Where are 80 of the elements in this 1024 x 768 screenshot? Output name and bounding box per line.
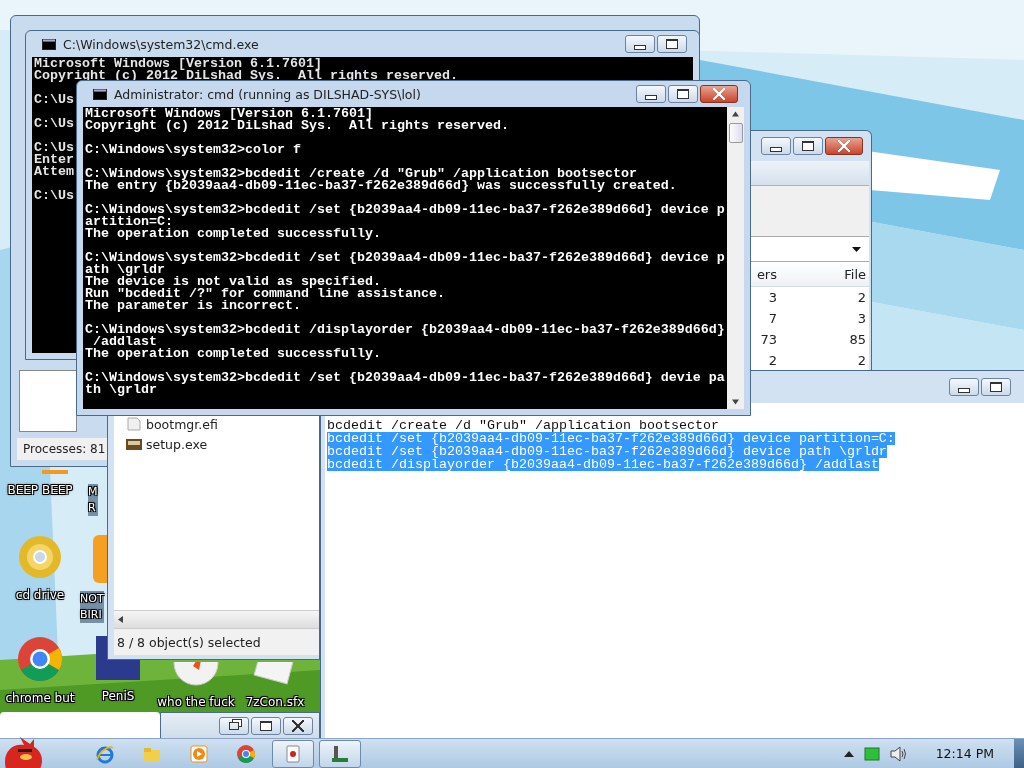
- table-cell-text: 73: [759, 332, 778, 347]
- console-line: The parameter is incorrect.: [85, 300, 301, 312]
- close-button[interactable]: [283, 717, 313, 735]
- console-line: C:\Windows\system32>bcdedit /set {b2039aa4-db09-11ec-ba37-f262e389d66d} devie pa: [85, 372, 725, 384]
- table-cell-text: 3: [767, 290, 778, 305]
- console-line: C:\Us: [34, 94, 74, 106]
- console-line: C:\Windows\system32>bcdedit /set {b2039aa4-db09-11ec-ba37-f262e389d66d} device p: [85, 204, 725, 216]
- table-cell-text: 2: [856, 353, 867, 368]
- restore-button[interactable]: [219, 717, 249, 735]
- minimize-button[interactable]: [636, 85, 666, 103]
- icon-label[interactable]: 7zCon.sfx: [245, 694, 305, 710]
- console-line: The device is not valid as specified.: [85, 276, 381, 288]
- compass-icon[interactable]: [173, 662, 219, 686]
- icon-label[interactable]: chrome but: [5, 690, 75, 706]
- card-icon: [283, 743, 303, 764]
- console-line: /addlast: [93, 336, 157, 348]
- tray-arrow-icon[interactable]: [843, 750, 854, 757]
- console-icon: [42, 38, 56, 50]
- window-title: C:\Windows\system32\cmd.exe: [63, 36, 259, 52]
- chrome-icon[interactable]: [17, 636, 63, 682]
- installer-icon: [126, 437, 142, 451]
- caret-icon: [852, 246, 861, 252]
- scrollbar[interactable]: [727, 107, 744, 409]
- table-cell-text: 2: [856, 290, 867, 305]
- file-item[interactable]: setup.exe: [126, 434, 319, 454]
- console-line: ath \grldr: [85, 264, 165, 276]
- maximize-button[interactable]: [793, 137, 823, 155]
- console-line: Attem: [34, 166, 74, 178]
- close-button[interactable]: [825, 137, 863, 155]
- console-line: C:\Us: [34, 118, 74, 130]
- console-line: C:\Windows\system32>bcdedit /displayorder {b2039aa4-db09-11ec-ba37-f262e389d66d}: [85, 324, 725, 336]
- icon-label[interactable]: who the fuck: [157, 694, 235, 710]
- console-line: C:\Us: [34, 190, 74, 202]
- icon-label[interactable]: PeniS: [101, 688, 135, 704]
- media-player-icon: [189, 743, 209, 764]
- scrollbar[interactable]: [114, 610, 319, 628]
- table-cell-text: 7: [767, 311, 778, 326]
- speaker-icon[interactable]: [889, 745, 908, 762]
- console-line: C:\Windows\system32>bcdedit /create /d "Grub" /application bootsector: [85, 168, 637, 180]
- minimize-button[interactable]: [761, 137, 791, 155]
- table-cell-text: 3: [856, 311, 867, 326]
- console-line: artition=C:: [85, 216, 173, 228]
- console-line: C:\Windows\system32>bcdedit /set {b2039aa4-db09-11ec-ba37-f262e389d66d} device p: [85, 252, 725, 264]
- column-header[interactable]: ers: [751, 266, 781, 282]
- console-line: Copyright (c) 2012 DiLshad Sys. All rights reserved.: [85, 120, 509, 132]
- scroll-left-icon[interactable]: [118, 616, 123, 623]
- maximize-button[interactable]: [981, 378, 1011, 396]
- console-line: Enter: [34, 154, 74, 166]
- maximize-button[interactable]: [251, 717, 281, 735]
- status-text: 8 / 8 object(s) selected: [114, 628, 319, 655]
- file-item[interactable]: bootmgr.efi: [126, 414, 319, 434]
- close-button[interactable]: [700, 85, 738, 103]
- column-header[interactable]: File: [781, 266, 868, 282]
- tool-icon: [330, 743, 350, 764]
- console-line: C:\Windows\system32>color f: [85, 144, 301, 156]
- table-cell-text: 2: [767, 353, 778, 368]
- console-icon: [93, 88, 107, 100]
- console-line: The operation completed successfully.: [85, 228, 381, 240]
- console-line: C:\Us: [34, 142, 74, 154]
- console-line: The operation completed successfully.: [85, 348, 381, 360]
- console-line: The entry {b2039aa4-db09-11ec-ba37-f262e389d66d} was successfully created.: [85, 180, 677, 192]
- taskbar-button[interactable]: [272, 739, 314, 768]
- maximize-button[interactable]: [668, 85, 698, 103]
- table-cell-text: 85: [848, 332, 867, 347]
- window-title: Administrator: cmd (running as DILSHAD-SYS\lol): [114, 86, 421, 102]
- process-list: [19, 370, 77, 432]
- maximize-button[interactable]: [657, 35, 687, 53]
- console-line: Microsoft Windows [Version 6.1.7601]: [85, 108, 373, 120]
- taskbar-button[interactable]: [319, 739, 361, 768]
- chrome-icon: [236, 743, 256, 764]
- console-line: Run "bcdedit /?" for command line assistance.: [85, 288, 445, 300]
- minimize-button[interactable]: [625, 35, 655, 53]
- minimize-button[interactable]: [949, 378, 979, 396]
- scrollbar-thumb[interactable]: [728, 123, 743, 143]
- text-line: bcdedit /create /d "Grub" /application bootsector: [327, 419, 719, 432]
- show-desktop-button[interactable]: [1014, 738, 1024, 768]
- clock[interactable]: 12:14 PM: [935, 746, 994, 761]
- browser-icon: [95, 743, 115, 764]
- console-line: th \grldr: [85, 384, 157, 396]
- console-line: Microsoft Windows [Version 6.1.7601]: [34, 58, 322, 70]
